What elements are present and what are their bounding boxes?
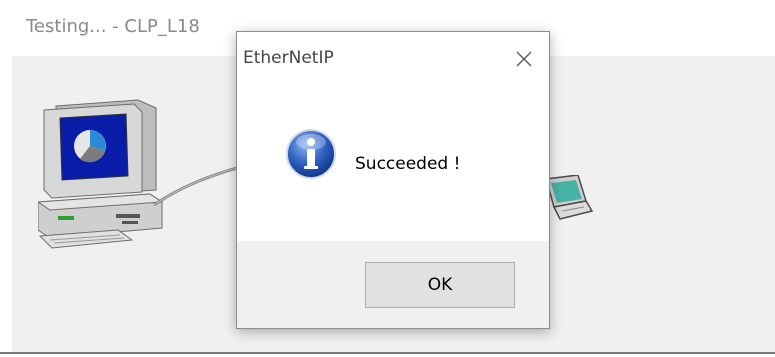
dialog-title: EtherNetIP xyxy=(243,48,334,68)
ok-button[interactable]: OK xyxy=(365,262,515,308)
ok-button-label: OK xyxy=(427,275,453,295)
close-button[interactable] xyxy=(509,44,539,74)
close-icon xyxy=(516,51,532,67)
info-icon xyxy=(286,129,336,179)
message-dialog: EtherNetIP Succeeded ! OK xyxy=(236,31,550,329)
window-bottom-border xyxy=(0,352,775,354)
dialog-footer: OK xyxy=(237,241,549,328)
dialog-titlebar[interactable]: EtherNetIP xyxy=(237,32,549,86)
network-cable xyxy=(153,163,249,207)
dialog-message: Succeeded ! xyxy=(355,154,461,174)
background-window-title: Testing... - CLP_L18 xyxy=(26,16,200,37)
dialog-body: Succeeded ! xyxy=(237,86,549,241)
